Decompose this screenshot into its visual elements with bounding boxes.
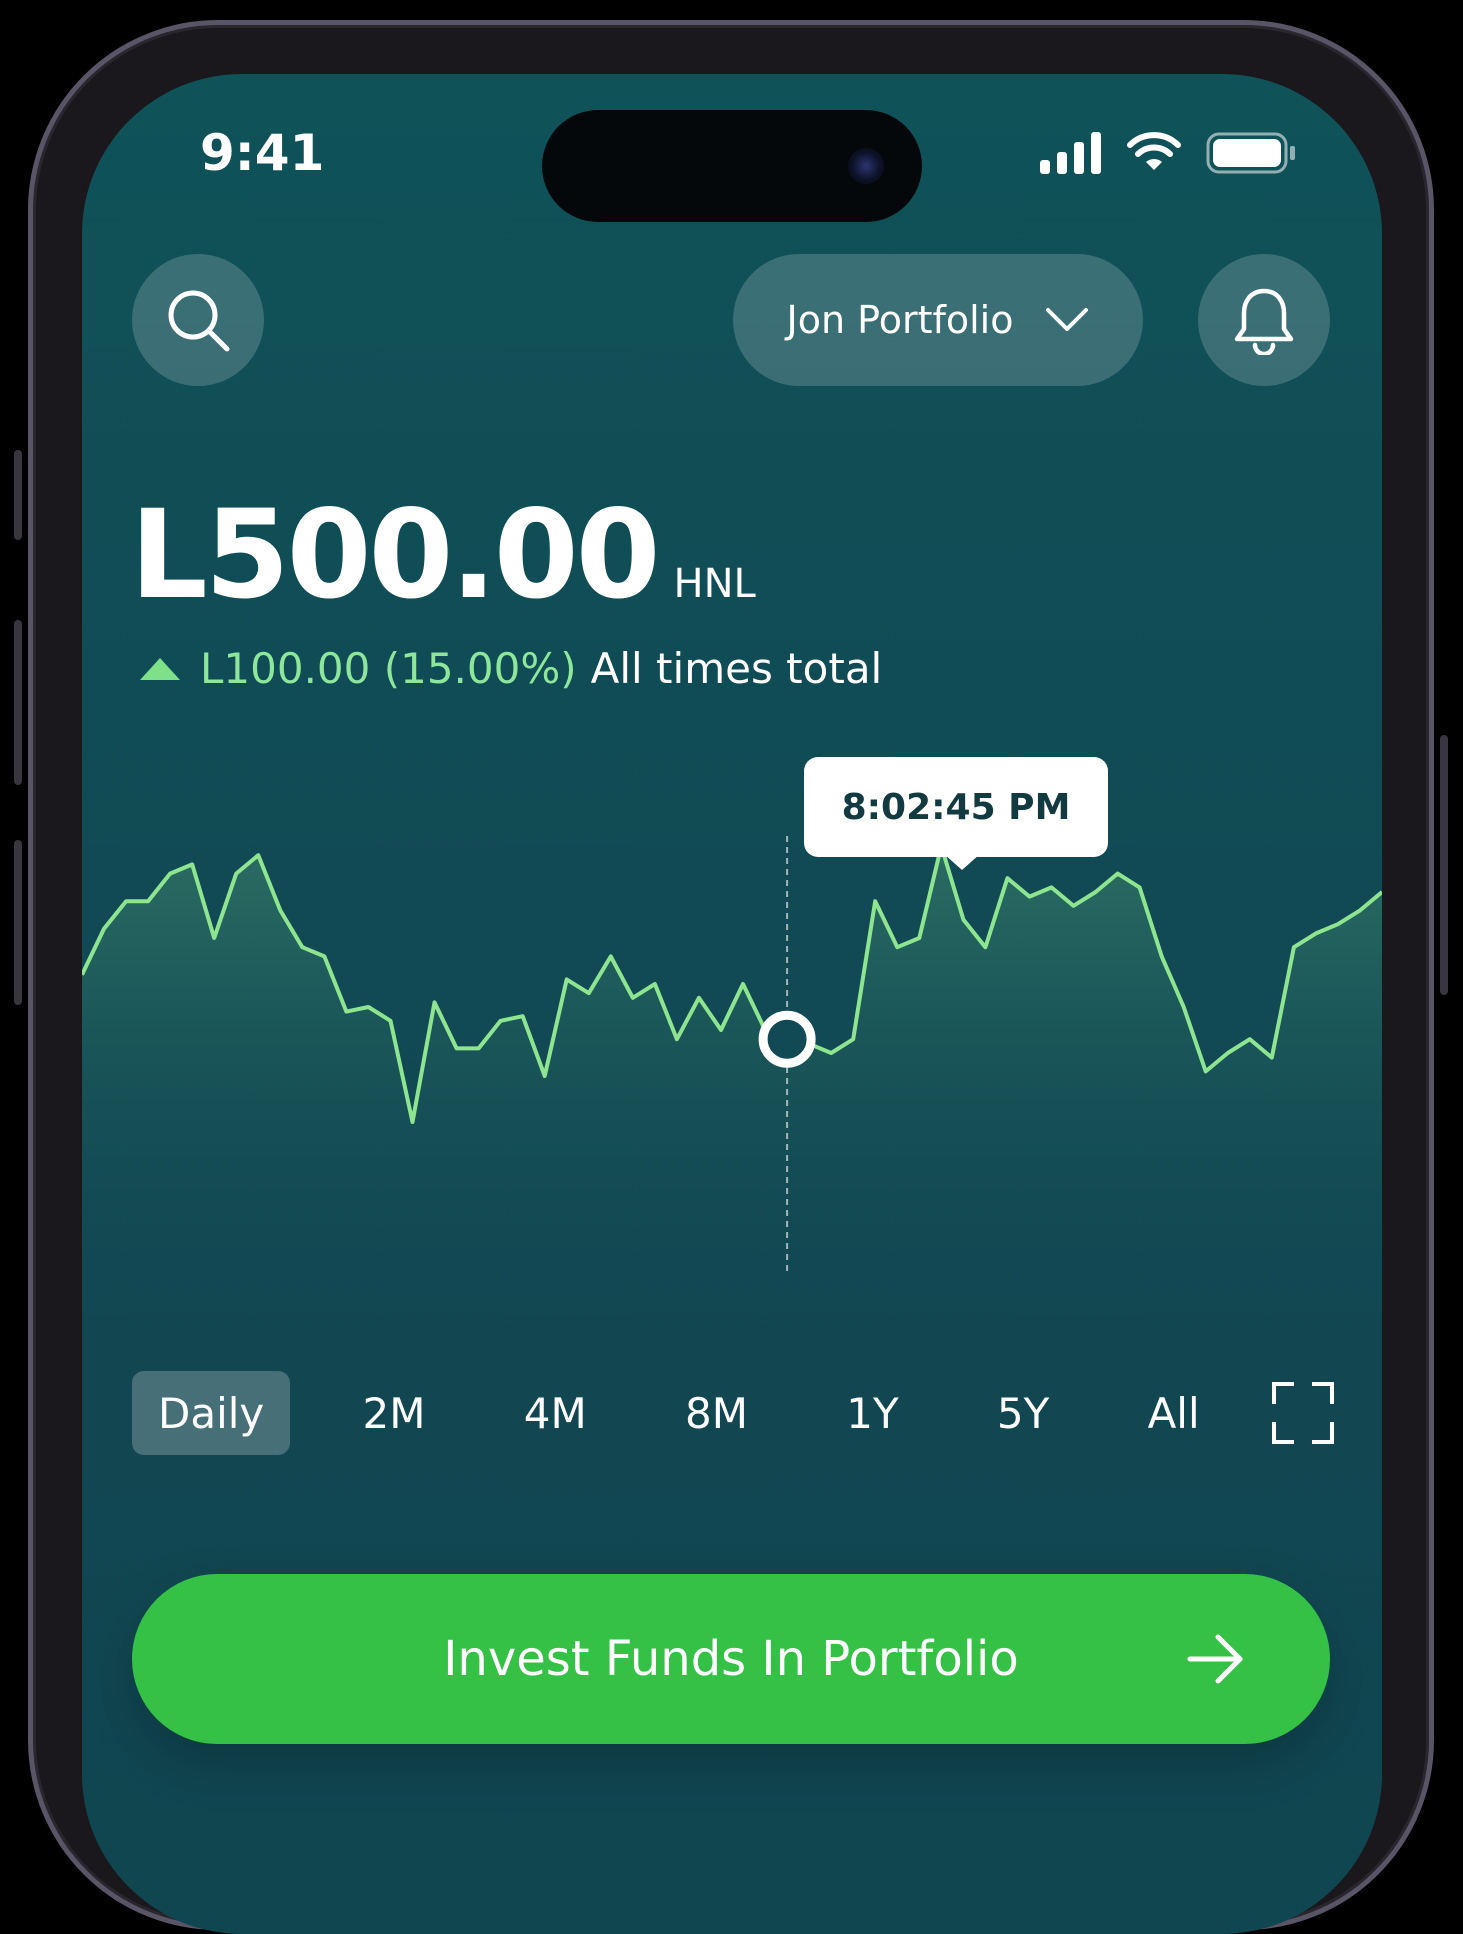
arrow-right-icon: [1187, 1634, 1243, 1684]
balance-currency: HNL: [673, 561, 756, 607]
change-description: All times total: [590, 644, 883, 693]
invest-funds-button[interactable]: Invest Funds In Portfolio: [132, 1574, 1330, 1744]
search-button[interactable]: [132, 254, 264, 386]
side-button-volume-down: [14, 840, 22, 1005]
range-5y[interactable]: 5Y: [971, 1371, 1075, 1455]
invest-button-label: Invest Funds In Portfolio: [443, 1631, 1019, 1687]
portfolio-chart[interactable]: [82, 754, 1382, 1314]
chevron-down-icon: [1046, 308, 1089, 331]
range-daily[interactable]: Daily: [132, 1371, 291, 1455]
balance-change: L100.00 (15.00%) All times total: [140, 644, 882, 693]
range-2m[interactable]: 2M: [337, 1371, 452, 1455]
chart-selected-point[interactable]: [758, 1010, 816, 1068]
wifi-icon: [1127, 132, 1181, 170]
balance-amount: L500.00: [130, 484, 661, 626]
chart-area-fill: [82, 846, 1382, 1314]
fullscreen-icon[interactable]: [1271, 1382, 1334, 1444]
triangle-up-icon: [140, 657, 180, 680]
camera-icon: [848, 148, 884, 184]
tooltip-tail: [944, 854, 980, 870]
side-button-power: [1440, 735, 1448, 995]
chart-tooltip: 8:02:45 PM: [804, 757, 1108, 857]
portfolio-balance: L500.00 HNL: [130, 484, 756, 626]
dynamic-island: [542, 110, 922, 222]
side-button-silent: [14, 450, 22, 540]
battery-icon: [1206, 132, 1295, 174]
change-value: L100.00 (15.00%): [200, 644, 577, 693]
app-screen: 9:41 Jon Portfolio L500.00 HNL L100.00 (…: [82, 74, 1382, 1934]
notifications-button[interactable]: [1198, 254, 1330, 386]
portfolio-selector[interactable]: Jon Portfolio: [733, 254, 1143, 386]
signal-icon: [1040, 132, 1101, 174]
range-all[interactable]: All: [1122, 1371, 1226, 1455]
side-button-volume-up: [14, 620, 22, 785]
time-range-selector: Daily 2M 4M 8M 1Y 5Y All: [132, 1371, 1340, 1455]
search-icon: [168, 290, 230, 352]
status-icons: [1040, 132, 1296, 174]
status-time: 9:41: [200, 124, 325, 182]
range-1y[interactable]: 1Y: [820, 1371, 924, 1455]
bell-icon: [1234, 288, 1294, 355]
range-4m[interactable]: 4M: [498, 1371, 613, 1455]
range-8m[interactable]: 8M: [659, 1371, 774, 1455]
portfolio-label: Jon Portfolio: [786, 298, 1014, 342]
tooltip-time: 8:02:45 PM: [841, 786, 1071, 828]
